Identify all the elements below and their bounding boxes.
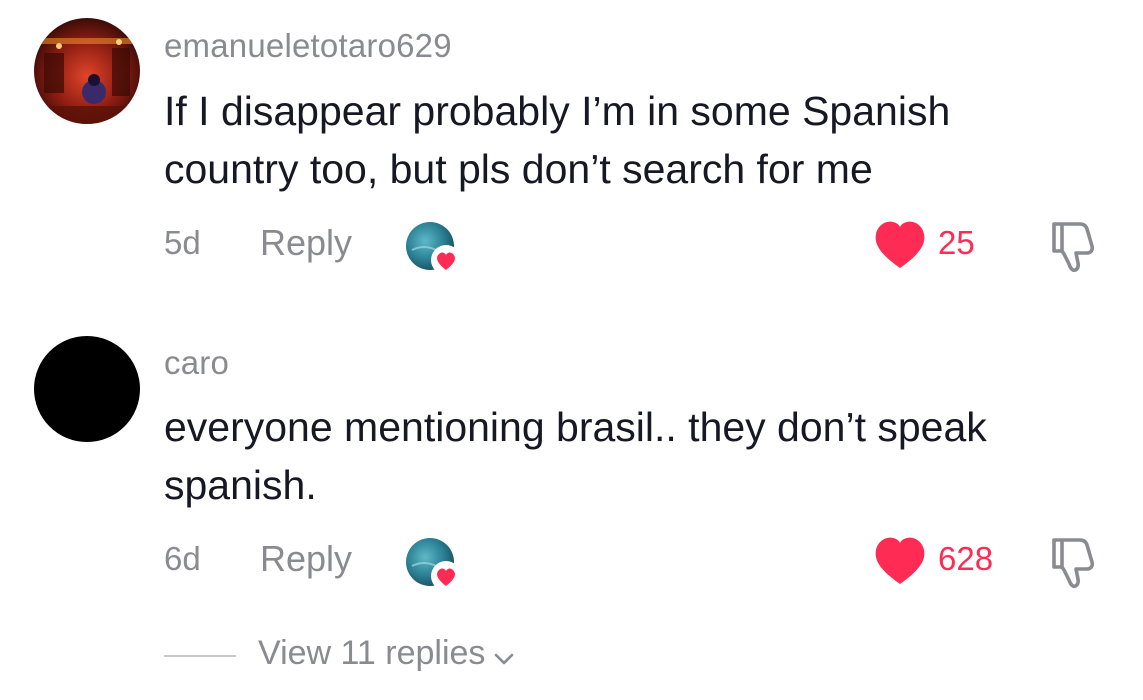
view-replies-row: View 11 replies [0, 620, 1143, 690]
avatar[interactable] [34, 336, 140, 442]
comment-actions: 6d Reply 628 [0, 528, 1143, 591]
comment-text-line: spanish. [164, 462, 317, 508]
reply-button[interactable]: Reply [260, 538, 352, 580]
creator-liked-icon [404, 536, 464, 594]
view-replies-label: View 11 replies [258, 634, 486, 672]
view-replies-button[interactable]: View 11 replies [258, 634, 517, 673]
divider [164, 655, 236, 657]
comment-text: everyone mentioning brasil.. they don’t … [164, 398, 1124, 514]
like-count: 628 [938, 540, 994, 577]
chevron-down-icon [491, 642, 517, 668]
comment-item: caro everyone mentioning brasil.. they d… [0, 0, 1143, 620]
comment-username[interactable]: caro [164, 344, 229, 382]
comment-timestamp: 6d [164, 540, 201, 577]
comment-text-line: everyone mentioning brasil.. they don’t … [164, 404, 987, 450]
heart-icon[interactable] [872, 534, 928, 586]
thumbs-down-icon[interactable] [1046, 534, 1098, 590]
